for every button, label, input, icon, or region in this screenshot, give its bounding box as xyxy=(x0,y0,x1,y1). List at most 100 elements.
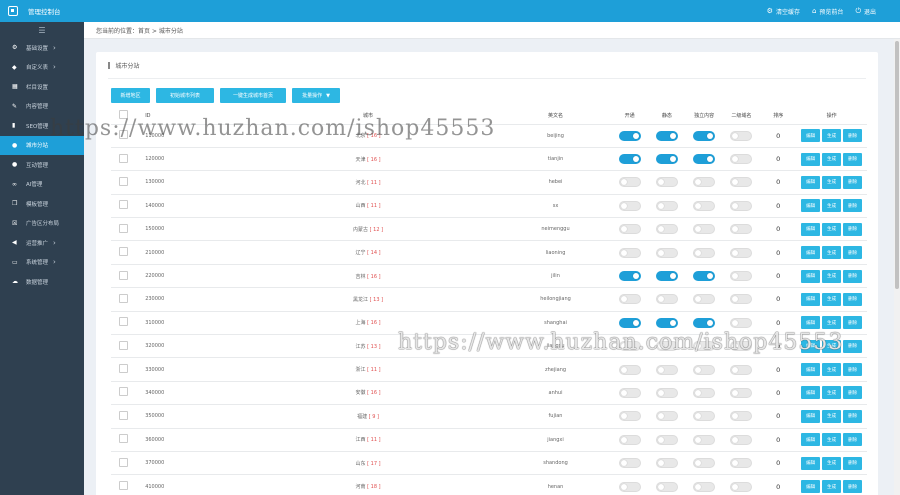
row-checkbox[interactable] xyxy=(119,434,128,443)
sort-value[interactable]: 0 xyxy=(776,459,780,467)
delete-button[interactable]: 删除 xyxy=(843,246,862,259)
sort-value[interactable]: 0 xyxy=(776,295,780,303)
scrollbar-thumb[interactable] xyxy=(895,41,899,289)
delete-button[interactable]: 删除 xyxy=(843,386,862,399)
sidebar-item-4[interactable]: ▮SEO管理 xyxy=(0,116,84,136)
subdomain-toggle[interactable] xyxy=(730,458,752,468)
subdomain-toggle[interactable] xyxy=(730,201,752,211)
batch-ops-dropdown[interactable]: 批量操作▼ xyxy=(292,88,340,103)
delete-button[interactable]: 删除 xyxy=(843,129,862,142)
open-toggle[interactable] xyxy=(619,177,641,187)
delete-button[interactable]: 删除 xyxy=(843,293,862,306)
independent-toggle[interactable] xyxy=(693,224,715,234)
open-toggle[interactable] xyxy=(619,248,641,258)
delete-button[interactable]: 删除 xyxy=(843,340,862,353)
add-region-button[interactable]: 新增地区 xyxy=(111,88,150,103)
row-checkbox[interactable] xyxy=(119,130,128,139)
subdomain-toggle[interactable] xyxy=(730,318,752,328)
delete-button[interactable]: 删除 xyxy=(843,199,862,212)
sidebar-item-5[interactable]: ●城市分站 xyxy=(0,136,84,156)
generate-button[interactable]: 生成 xyxy=(822,363,841,376)
static-toggle[interactable] xyxy=(656,388,678,398)
edit-button[interactable]: 编辑 xyxy=(801,293,820,306)
delete-button[interactable]: 删除 xyxy=(843,457,862,470)
sort-value[interactable]: 0 xyxy=(776,389,780,397)
static-toggle[interactable] xyxy=(656,365,678,375)
clear-cache-button[interactable]: ⚙ 清空缓存 xyxy=(767,7,800,16)
open-toggle[interactable] xyxy=(619,458,641,468)
edit-button[interactable]: 编辑 xyxy=(801,363,820,376)
sort-value[interactable]: 0 xyxy=(776,272,780,280)
row-checkbox[interactable] xyxy=(119,154,128,163)
sort-value[interactable]: 0 xyxy=(776,366,780,374)
independent-toggle[interactable] xyxy=(693,341,715,351)
page-scrollbar[interactable] xyxy=(894,39,900,495)
open-toggle[interactable] xyxy=(619,365,641,375)
sort-value[interactable]: 0 xyxy=(776,483,780,491)
generate-button[interactable]: 生成 xyxy=(822,129,841,142)
init-city-list-button[interactable]: 初始城市列表 xyxy=(156,88,214,103)
subdomain-toggle[interactable] xyxy=(730,154,752,164)
independent-toggle[interactable] xyxy=(693,271,715,281)
edit-button[interactable]: 编辑 xyxy=(801,176,820,189)
sidebar-item-12[interactable]: ☁数据管理 xyxy=(0,272,84,292)
subdomain-toggle[interactable] xyxy=(730,411,752,421)
edit-button[interactable]: 编辑 xyxy=(801,457,820,470)
subdomain-toggle[interactable] xyxy=(730,435,752,445)
independent-toggle[interactable] xyxy=(693,435,715,445)
static-toggle[interactable] xyxy=(656,224,678,234)
static-toggle[interactable] xyxy=(656,435,678,445)
sort-value[interactable]: 0 xyxy=(776,436,780,444)
subdomain-toggle[interactable] xyxy=(730,131,752,141)
sort-value[interactable]: 0 xyxy=(776,319,780,327)
subdomain-toggle[interactable] xyxy=(730,177,752,187)
open-toggle[interactable] xyxy=(619,224,641,234)
row-checkbox[interactable] xyxy=(119,411,128,420)
sidebar-item-2[interactable]: ▦栏目设置 xyxy=(0,77,84,97)
independent-toggle[interactable] xyxy=(693,388,715,398)
sort-value[interactable]: 0 xyxy=(776,342,780,350)
sort-value[interactable]: 0 xyxy=(776,225,780,233)
edit-button[interactable]: 编辑 xyxy=(801,433,820,446)
static-toggle[interactable] xyxy=(656,131,678,141)
logout-button[interactable]: ⏻ 退出 xyxy=(855,7,876,16)
sidebar-item-0[interactable]: ⚙基础设置› xyxy=(0,38,84,58)
generate-button[interactable]: 生成 xyxy=(822,340,841,353)
open-toggle[interactable] xyxy=(619,388,641,398)
open-toggle[interactable] xyxy=(619,435,641,445)
static-toggle[interactable] xyxy=(656,294,678,304)
subdomain-toggle[interactable] xyxy=(730,365,752,375)
sidebar-item-9[interactable]: ☒广告区分布局 xyxy=(0,214,84,234)
subdomain-toggle[interactable] xyxy=(730,224,752,234)
generate-button[interactable]: 生成 xyxy=(822,270,841,283)
generate-button[interactable]: 生成 xyxy=(822,176,841,189)
edit-button[interactable]: 编辑 xyxy=(801,270,820,283)
sidebar-item-6[interactable]: ●互动管理 xyxy=(0,155,84,175)
delete-button[interactable]: 删除 xyxy=(843,433,862,446)
independent-toggle[interactable] xyxy=(693,365,715,375)
static-toggle[interactable] xyxy=(656,201,678,211)
edit-button[interactable]: 编辑 xyxy=(801,386,820,399)
edit-button[interactable]: 编辑 xyxy=(801,410,820,423)
static-toggle[interactable] xyxy=(656,318,678,328)
row-checkbox[interactable] xyxy=(119,364,128,373)
independent-toggle[interactable] xyxy=(693,201,715,211)
static-toggle[interactable] xyxy=(656,177,678,187)
delete-button[interactable]: 删除 xyxy=(843,316,862,329)
generate-button[interactable]: 生成 xyxy=(822,223,841,236)
sort-value[interactable]: 0 xyxy=(776,412,780,420)
open-toggle[interactable] xyxy=(619,154,641,164)
sort-value[interactable]: 0 xyxy=(776,132,780,140)
open-toggle[interactable] xyxy=(619,131,641,141)
independent-toggle[interactable] xyxy=(693,318,715,328)
delete-button[interactable]: 删除 xyxy=(843,176,862,189)
open-toggle[interactable] xyxy=(619,201,641,211)
independent-toggle[interactable] xyxy=(693,248,715,258)
row-checkbox[interactable] xyxy=(119,481,128,490)
generate-button[interactable]: 生成 xyxy=(822,199,841,212)
independent-toggle[interactable] xyxy=(693,411,715,421)
edit-button[interactable]: 编辑 xyxy=(801,480,820,493)
subdomain-toggle[interactable] xyxy=(730,248,752,258)
preview-site-button[interactable]: ⌂ 预览前台 xyxy=(812,7,843,16)
row-checkbox[interactable] xyxy=(119,247,128,256)
